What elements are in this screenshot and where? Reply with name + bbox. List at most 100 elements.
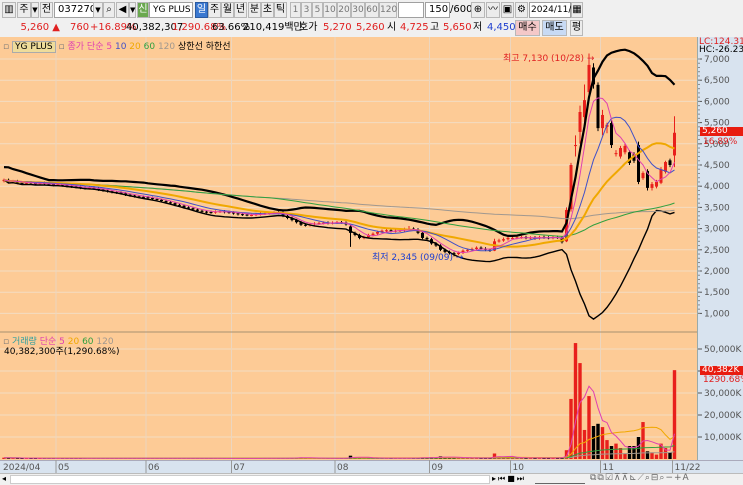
candle-body xyxy=(655,181,658,187)
candle-body xyxy=(578,112,582,132)
legend-bullet: ▫ xyxy=(58,42,65,52)
candle-body xyxy=(673,132,676,156)
price-axis-label: 6,500 xyxy=(704,76,730,86)
legend-bullet: ▫ xyxy=(3,42,10,52)
price-axis-label: 6,000 xyxy=(704,97,730,107)
price-axis-label: 3,500 xyxy=(704,203,730,213)
candle-body xyxy=(601,114,604,129)
x-axis-label: 11 xyxy=(603,463,614,473)
candle-body xyxy=(475,247,478,249)
legend-ma5[interactable]: 5 xyxy=(106,42,112,52)
ma20-line xyxy=(3,142,675,248)
x-axis-label: 07 xyxy=(234,463,245,473)
volume-bar xyxy=(596,423,600,459)
current-price-pct: 16.89% xyxy=(703,137,738,147)
volume-axis-label: 30,000K xyxy=(704,389,742,399)
legend-stock-name[interactable]: YG PLUS xyxy=(11,41,56,53)
candle-body xyxy=(637,145,640,182)
volume-bar xyxy=(614,443,618,459)
low-annotation: 최저 2,345 (09/09) → xyxy=(372,253,464,263)
legend-ma120[interactable]: 120 xyxy=(158,42,175,52)
candle-body xyxy=(209,212,213,214)
current-volume-pct: 1290.68% xyxy=(703,375,743,385)
x-axis-label: 11/22 xyxy=(675,463,701,473)
candle-body xyxy=(623,145,627,153)
candle-body xyxy=(506,237,510,240)
price-axis-label: 2,000 xyxy=(704,267,730,277)
x-axis-label: 10 xyxy=(513,463,525,473)
price-axis-label: 1,000 xyxy=(704,309,730,319)
x-axis-label: 05 xyxy=(58,463,69,473)
hc-value: HC:-26.23 xyxy=(699,45,743,55)
candle-body xyxy=(596,84,600,129)
legend-close[interactable]: 종가 xyxy=(67,42,84,52)
candle-body xyxy=(164,201,168,203)
price-axis-label: 2,500 xyxy=(704,246,730,256)
price-axis-label: 4,500 xyxy=(704,161,730,171)
x-axis-label: 08 xyxy=(337,463,349,473)
candle-body xyxy=(200,210,204,212)
candle-body xyxy=(250,215,253,217)
candle-body xyxy=(155,198,159,200)
volume-bar xyxy=(654,454,659,459)
legend-ma10[interactable]: 10 xyxy=(115,42,126,52)
candle-body xyxy=(619,148,622,157)
volume-bar xyxy=(609,446,614,459)
legend-lower-band[interactable]: 하한선 xyxy=(206,42,231,52)
candle-body xyxy=(151,198,154,200)
volume-axis-label: 20,000K xyxy=(704,411,742,421)
legend-upper-band[interactable]: 상한선 xyxy=(178,42,203,52)
legend-ma60[interactable]: 60 xyxy=(144,42,155,52)
candle-body xyxy=(479,247,483,249)
volume-bar xyxy=(623,453,627,459)
x-axis-label: 09 xyxy=(432,463,444,473)
legend-simple[interactable]: 단순 xyxy=(87,42,104,52)
volume-value: 40,382,300주(1,290.68%) xyxy=(4,347,120,357)
candle-body xyxy=(421,232,424,238)
x-axis-label: 06 xyxy=(148,463,160,473)
candle-body xyxy=(385,230,388,232)
volume-bar xyxy=(587,396,591,459)
volume-bar xyxy=(668,452,672,459)
price-legend: ▫ YG PLUS ▫ 종가 단순 5 10 20 60 120 상한선 하한선 xyxy=(3,39,231,53)
candle-body xyxy=(371,233,375,235)
candle-body xyxy=(497,240,501,242)
chart-svg: 1,000 1,500 2,000 2,500 3,000 3,500 4,000 4,500… xyxy=(0,37,742,473)
candle-body xyxy=(587,64,591,93)
volume-bar xyxy=(573,343,578,459)
candle-body xyxy=(425,237,429,240)
candle-body xyxy=(668,160,672,165)
high-annotation-text: 최고 7,130 (10/28) xyxy=(503,54,585,64)
candle-body xyxy=(641,173,645,179)
candle-body xyxy=(205,211,208,213)
legend-ma20[interactable]: 20 xyxy=(129,42,140,52)
candle-body xyxy=(466,249,469,251)
candle-body xyxy=(169,202,172,204)
candle-body xyxy=(659,169,663,183)
price-axis-label: 7,000 xyxy=(704,55,730,65)
ma5-line xyxy=(3,97,675,254)
high-annotation: 최고 7,130 (10/28) → xyxy=(503,54,595,64)
current-volume-tag: 40,382K xyxy=(700,366,743,375)
volume-axis-label: 50,000K xyxy=(704,345,742,355)
low-annotation-text: 최저 2,345 (09/09) xyxy=(372,253,454,263)
candle-body xyxy=(610,123,613,146)
candle-body xyxy=(245,214,249,216)
volume-bar xyxy=(569,398,573,459)
volume-bar xyxy=(591,426,596,459)
candle-body xyxy=(574,145,577,147)
candle-body xyxy=(502,239,505,241)
candle-body xyxy=(160,199,163,202)
volume-bar xyxy=(650,452,654,459)
candle-body xyxy=(196,209,199,211)
price-axis-label: 4,000 xyxy=(704,182,730,192)
x-axis-label: 2024/04 xyxy=(3,463,41,473)
current-price-tag: 5,260 xyxy=(700,127,743,136)
price-axis-label: 1,500 xyxy=(704,288,730,298)
volume-axis-label: 10,000K xyxy=(704,433,742,443)
candle-body xyxy=(614,153,618,155)
candle-body xyxy=(304,224,307,226)
candle-body xyxy=(191,208,195,210)
candle-body xyxy=(236,213,240,215)
volume-bar xyxy=(582,429,587,459)
